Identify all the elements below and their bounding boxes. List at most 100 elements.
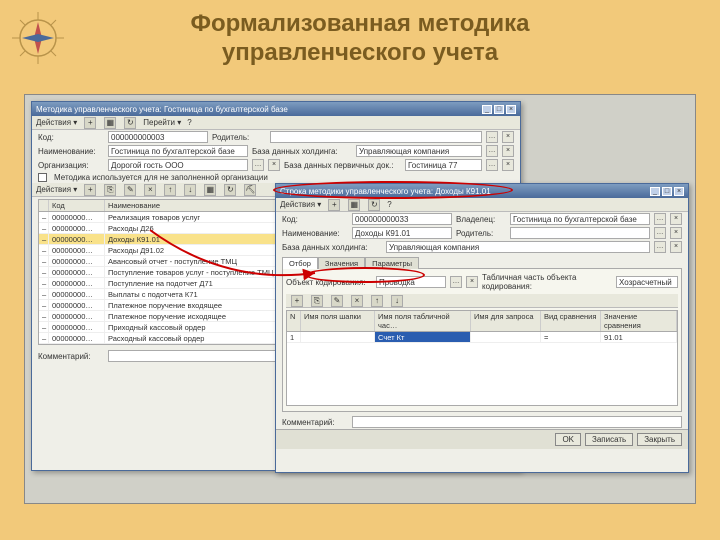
input-code2[interactable]: 000000000033 (352, 213, 452, 225)
titlebar-2[interactable]: Строка методики управленческого учета: Д… (276, 184, 688, 198)
col-code[interactable]: Код (49, 200, 105, 211)
edit-icon[interactable]: ✎ (331, 295, 343, 307)
delete-icon[interactable]: × (144, 184, 156, 196)
checkbox-unused-org[interactable] (38, 173, 47, 182)
select-button[interactable]: … (486, 131, 498, 143)
tool-icon[interactable]: ↻ (124, 117, 136, 129)
add-icon[interactable]: + (291, 295, 303, 307)
tab-values[interactable]: Значения (318, 257, 365, 269)
page-title-line2: управленческого учета (0, 39, 720, 68)
clear-button[interactable]: × (502, 131, 514, 143)
input-holding2[interactable]: Управляющая компания (386, 241, 650, 253)
label-holding: База данных холдинга: (252, 147, 352, 156)
input-parent[interactable] (270, 131, 482, 143)
titlebar-1[interactable]: Методика управленческого учета: Гостиниц… (32, 102, 520, 116)
tool-icon[interactable]: ▦ (104, 117, 116, 129)
input-parent2[interactable] (510, 227, 650, 239)
select-button[interactable]: … (486, 159, 498, 171)
grid-actions-menu[interactable]: Действия ▾ (36, 185, 77, 194)
input-holding[interactable]: Управляющая компания (356, 145, 482, 157)
input-obj-code[interactable]: Проводка (376, 276, 446, 288)
select-button[interactable]: … (486, 145, 498, 157)
ok-button[interactable]: OK (555, 433, 581, 446)
clear-button[interactable]: × (268, 159, 280, 171)
select-button[interactable]: … (654, 227, 666, 239)
add-icon[interactable]: + (84, 117, 96, 129)
input-name2[interactable]: Доходы К91.01 (352, 227, 452, 239)
clear-button[interactable]: × (502, 159, 514, 171)
input-org[interactable]: Дорогой гость ООО (108, 159, 248, 171)
delete-icon[interactable]: × (351, 295, 363, 307)
clear-button[interactable]: × (670, 227, 682, 239)
tool-icon[interactable]: ▦ (204, 184, 216, 196)
maximize-icon[interactable]: □ (494, 105, 504, 114)
filter-row[interactable]: 1 Счет Кт = 91.01 (287, 332, 677, 343)
input-code[interactable]: 000000000003 (108, 131, 208, 143)
tabs: Отбор Значения Параметры (282, 256, 682, 268)
toolbar-1: Действия ▾ + ▦ ↻ Перейти ▾ ? (32, 116, 520, 130)
clear-button[interactable]: × (670, 213, 682, 225)
window-title-1: Методика управленческого учета: Гостиниц… (36, 105, 288, 114)
label-parent2: Родитель: (456, 229, 506, 238)
tab-params[interactable]: Параметры (365, 257, 419, 269)
down-icon[interactable]: ↓ (391, 295, 403, 307)
refresh-icon[interactable]: ↻ (224, 184, 236, 196)
close-icon[interactable]: × (506, 105, 516, 114)
compass-logo (8, 8, 68, 68)
up-icon[interactable]: ↑ (371, 295, 383, 307)
add-row-icon[interactable]: + (84, 184, 96, 196)
close-button[interactable]: Закрыть (637, 433, 682, 446)
input-name[interactable]: Гостиница по бухгалтерской базе (108, 145, 248, 157)
tab-grid-toolbar: + ⎘ ✎ × ↑ ↓ (286, 294, 678, 308)
minimize-icon[interactable]: _ (650, 187, 660, 196)
input-tab-part[interactable]: Хозрасчетный (616, 276, 678, 288)
tool-icon[interactable]: ↻ (368, 199, 380, 211)
actions-menu[interactable]: Действия ▾ (36, 118, 77, 127)
help-icon[interactable]: ? (187, 118, 191, 127)
move-down-icon[interactable]: ↓ (184, 184, 196, 196)
close-icon[interactable]: × (674, 187, 684, 196)
footer-buttons: OK Записать Закрыть (276, 429, 688, 449)
label-comment: Комментарий: (38, 352, 104, 361)
select-button[interactable]: … (450, 276, 462, 288)
tab-filter[interactable]: Отбор (282, 257, 318, 269)
col-cmp[interactable]: Вид сравнения (541, 311, 601, 331)
maximize-icon[interactable]: □ (662, 187, 672, 196)
hierarchy-icon[interactable]: ⛏ (244, 184, 256, 196)
write-button[interactable]: Записать (585, 433, 633, 446)
input-comment2[interactable] (352, 416, 682, 428)
tool-icon[interactable]: ▦ (348, 199, 360, 211)
tool-icon[interactable]: + (328, 199, 340, 211)
copy-icon[interactable]: ⎘ (104, 184, 116, 196)
col-cap[interactable]: Имя поля шапки (301, 311, 375, 331)
filter-grid[interactable]: N Имя поля шапки Имя поля табличной час…… (286, 310, 678, 406)
select-button[interactable]: … (252, 159, 264, 171)
label-holding2: База данных холдинга: (282, 243, 382, 252)
label-code2: Код: (282, 215, 348, 224)
minimize-icon[interactable]: _ (482, 105, 492, 114)
label-owner: Владелец: (456, 215, 506, 224)
select-button[interactable]: … (654, 241, 666, 253)
clear-button[interactable]: × (670, 241, 682, 253)
select-button[interactable]: … (654, 213, 666, 225)
clear-button[interactable]: × (502, 145, 514, 157)
input-primary[interactable]: Гостиница 77 (405, 159, 482, 171)
help-icon[interactable]: ? (387, 200, 391, 209)
edit-icon[interactable]: ✎ (124, 184, 136, 196)
label-comment2: Комментарий: (282, 418, 348, 427)
window-row: Строка методики управленческого учета: Д… (275, 183, 689, 473)
col-val[interactable]: Значение сравнения (601, 311, 677, 331)
input-owner[interactable]: Гостиница по бухгалтерской базе (510, 213, 650, 225)
label-tab-part: Табличная часть объекта кодирования: (482, 273, 612, 291)
actions-menu-2[interactable]: Действия ▾ (280, 200, 321, 209)
copy-icon[interactable]: ⎘ (311, 295, 323, 307)
move-up-icon[interactable]: ↑ (164, 184, 176, 196)
label-name: Наименование: (38, 147, 104, 156)
label-primary: База данных первичных док.: (284, 161, 401, 170)
goto-menu[interactable]: Перейти ▾ (143, 118, 181, 127)
col-req[interactable]: Имя для запроса (471, 311, 541, 331)
col-n[interactable]: N (287, 311, 301, 331)
clear-button[interactable]: × (466, 276, 478, 288)
window-title-2: Строка методики управленческого учета: Д… (280, 187, 491, 196)
col-tab[interactable]: Имя поля табличной час… (375, 311, 471, 331)
